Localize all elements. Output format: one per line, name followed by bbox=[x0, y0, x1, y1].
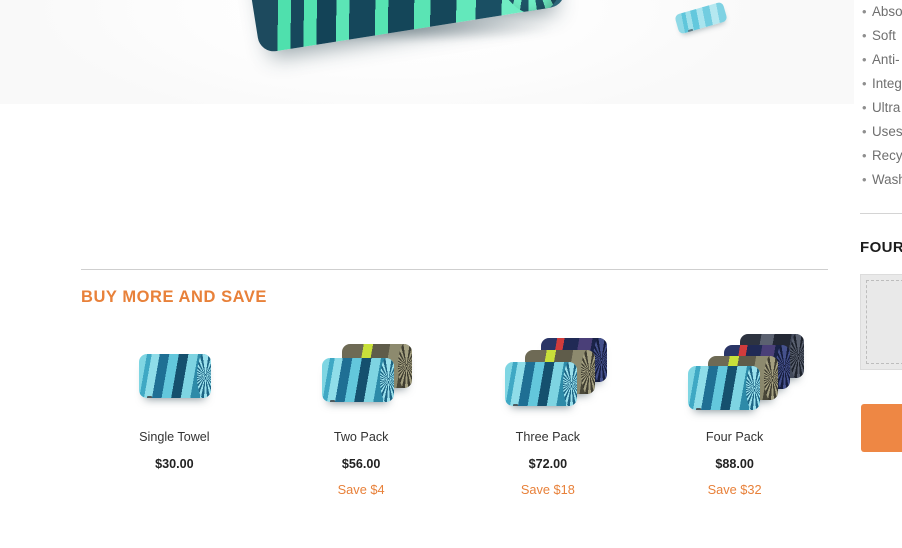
feature-item: Soft bbox=[854, 24, 902, 48]
towel-hang-tag bbox=[147, 396, 153, 398]
bundle-options-grid: Single Towel $30.00 Two Pack $56.00 Save… bbox=[81, 330, 828, 498]
bundle-card-two-pack[interactable]: Two Pack $56.00 Save $4 bbox=[268, 330, 455, 498]
sidebar-heading: FOUR bbox=[860, 239, 902, 256]
towel-roll-teal bbox=[504, 362, 577, 406]
bundle-card-single[interactable]: Single Towel $30.00 bbox=[81, 330, 268, 498]
towel-endcap bbox=[483, 0, 567, 20]
bundle-price: $30.00 bbox=[155, 456, 194, 471]
towel-endcap bbox=[775, 345, 790, 389]
bundle-name: Two Pack bbox=[333, 430, 389, 444]
bundle-card-three-pack[interactable]: Three Pack $72.00 Save $18 bbox=[455, 330, 642, 498]
bundle-image-single bbox=[99, 330, 249, 418]
section-divider bbox=[81, 269, 828, 270]
bundle-price: $72.00 bbox=[528, 456, 568, 471]
bundle-name: Single Towel bbox=[139, 430, 210, 444]
towel-endcap bbox=[398, 344, 413, 388]
image-placeholder-icon bbox=[891, 297, 902, 351]
feature-item: Abso bbox=[854, 0, 902, 24]
hero-product-gallery[interactable] bbox=[0, 0, 854, 104]
bundle-name: Three Pack bbox=[515, 430, 581, 444]
towel-endcap bbox=[789, 334, 804, 378]
towel-roll-teal bbox=[322, 358, 395, 402]
hero-thumbnail-image[interactable] bbox=[674, 1, 728, 35]
buy-more-and-save-title: BUY MORE AND SAVE bbox=[81, 288, 267, 306]
add-to-cart-button[interactable] bbox=[861, 404, 902, 452]
bundle-image-four-pack bbox=[660, 330, 810, 418]
towel-hang-tag bbox=[695, 408, 701, 410]
bundle-savings: Save $18 bbox=[520, 482, 575, 498]
bundle-image-three-pack bbox=[473, 330, 623, 418]
towel-hang-tag bbox=[512, 404, 518, 406]
feature-item: Recy bbox=[854, 144, 902, 168]
towel-hang-tag bbox=[687, 28, 695, 35]
feature-item: Ultra bbox=[854, 96, 902, 120]
towel-endcap bbox=[580, 350, 595, 394]
feature-item: Wash bbox=[854, 168, 902, 192]
bundle-price: $56.00 bbox=[341, 456, 381, 471]
towel-endcap bbox=[197, 354, 212, 398]
bundle-image-two-pack bbox=[286, 330, 436, 418]
bundle-savings: Save $4 bbox=[337, 482, 385, 498]
feature-item: Integ bbox=[854, 72, 902, 96]
sidebar-image-placeholder bbox=[860, 274, 902, 370]
feature-item: Uses bbox=[854, 120, 902, 144]
main-content-column: BUY MORE AND SAVE Single Towel $30.00 Tw… bbox=[0, 0, 854, 548]
product-feature-list: Abso Soft Anti- Integ Ultra Uses Recy Wa… bbox=[854, 0, 902, 192]
towel-endcap bbox=[380, 358, 395, 402]
towel-endcap bbox=[592, 338, 607, 382]
bundle-name: Four Pack bbox=[705, 430, 764, 444]
bundle-price: $88.00 bbox=[715, 456, 754, 471]
towel-endcap bbox=[745, 366, 760, 410]
towel-roll-teal bbox=[687, 366, 760, 410]
bundle-card-four-pack[interactable]: Four Pack $88.00 Save $32 bbox=[641, 330, 828, 498]
towel-roll-teal bbox=[139, 354, 212, 398]
towel-endcap bbox=[562, 362, 577, 406]
product-page: BUY MORE AND SAVE Single Towel $30.00 Tw… bbox=[0, 0, 902, 548]
towel-endcap bbox=[763, 356, 778, 400]
bundle-savings: Save $32 bbox=[707, 482, 762, 498]
feature-item: Anti- bbox=[854, 48, 902, 72]
towel-hang-tag bbox=[330, 400, 336, 402]
sidebar-divider bbox=[860, 213, 902, 214]
hero-stage bbox=[0, 0, 854, 104]
